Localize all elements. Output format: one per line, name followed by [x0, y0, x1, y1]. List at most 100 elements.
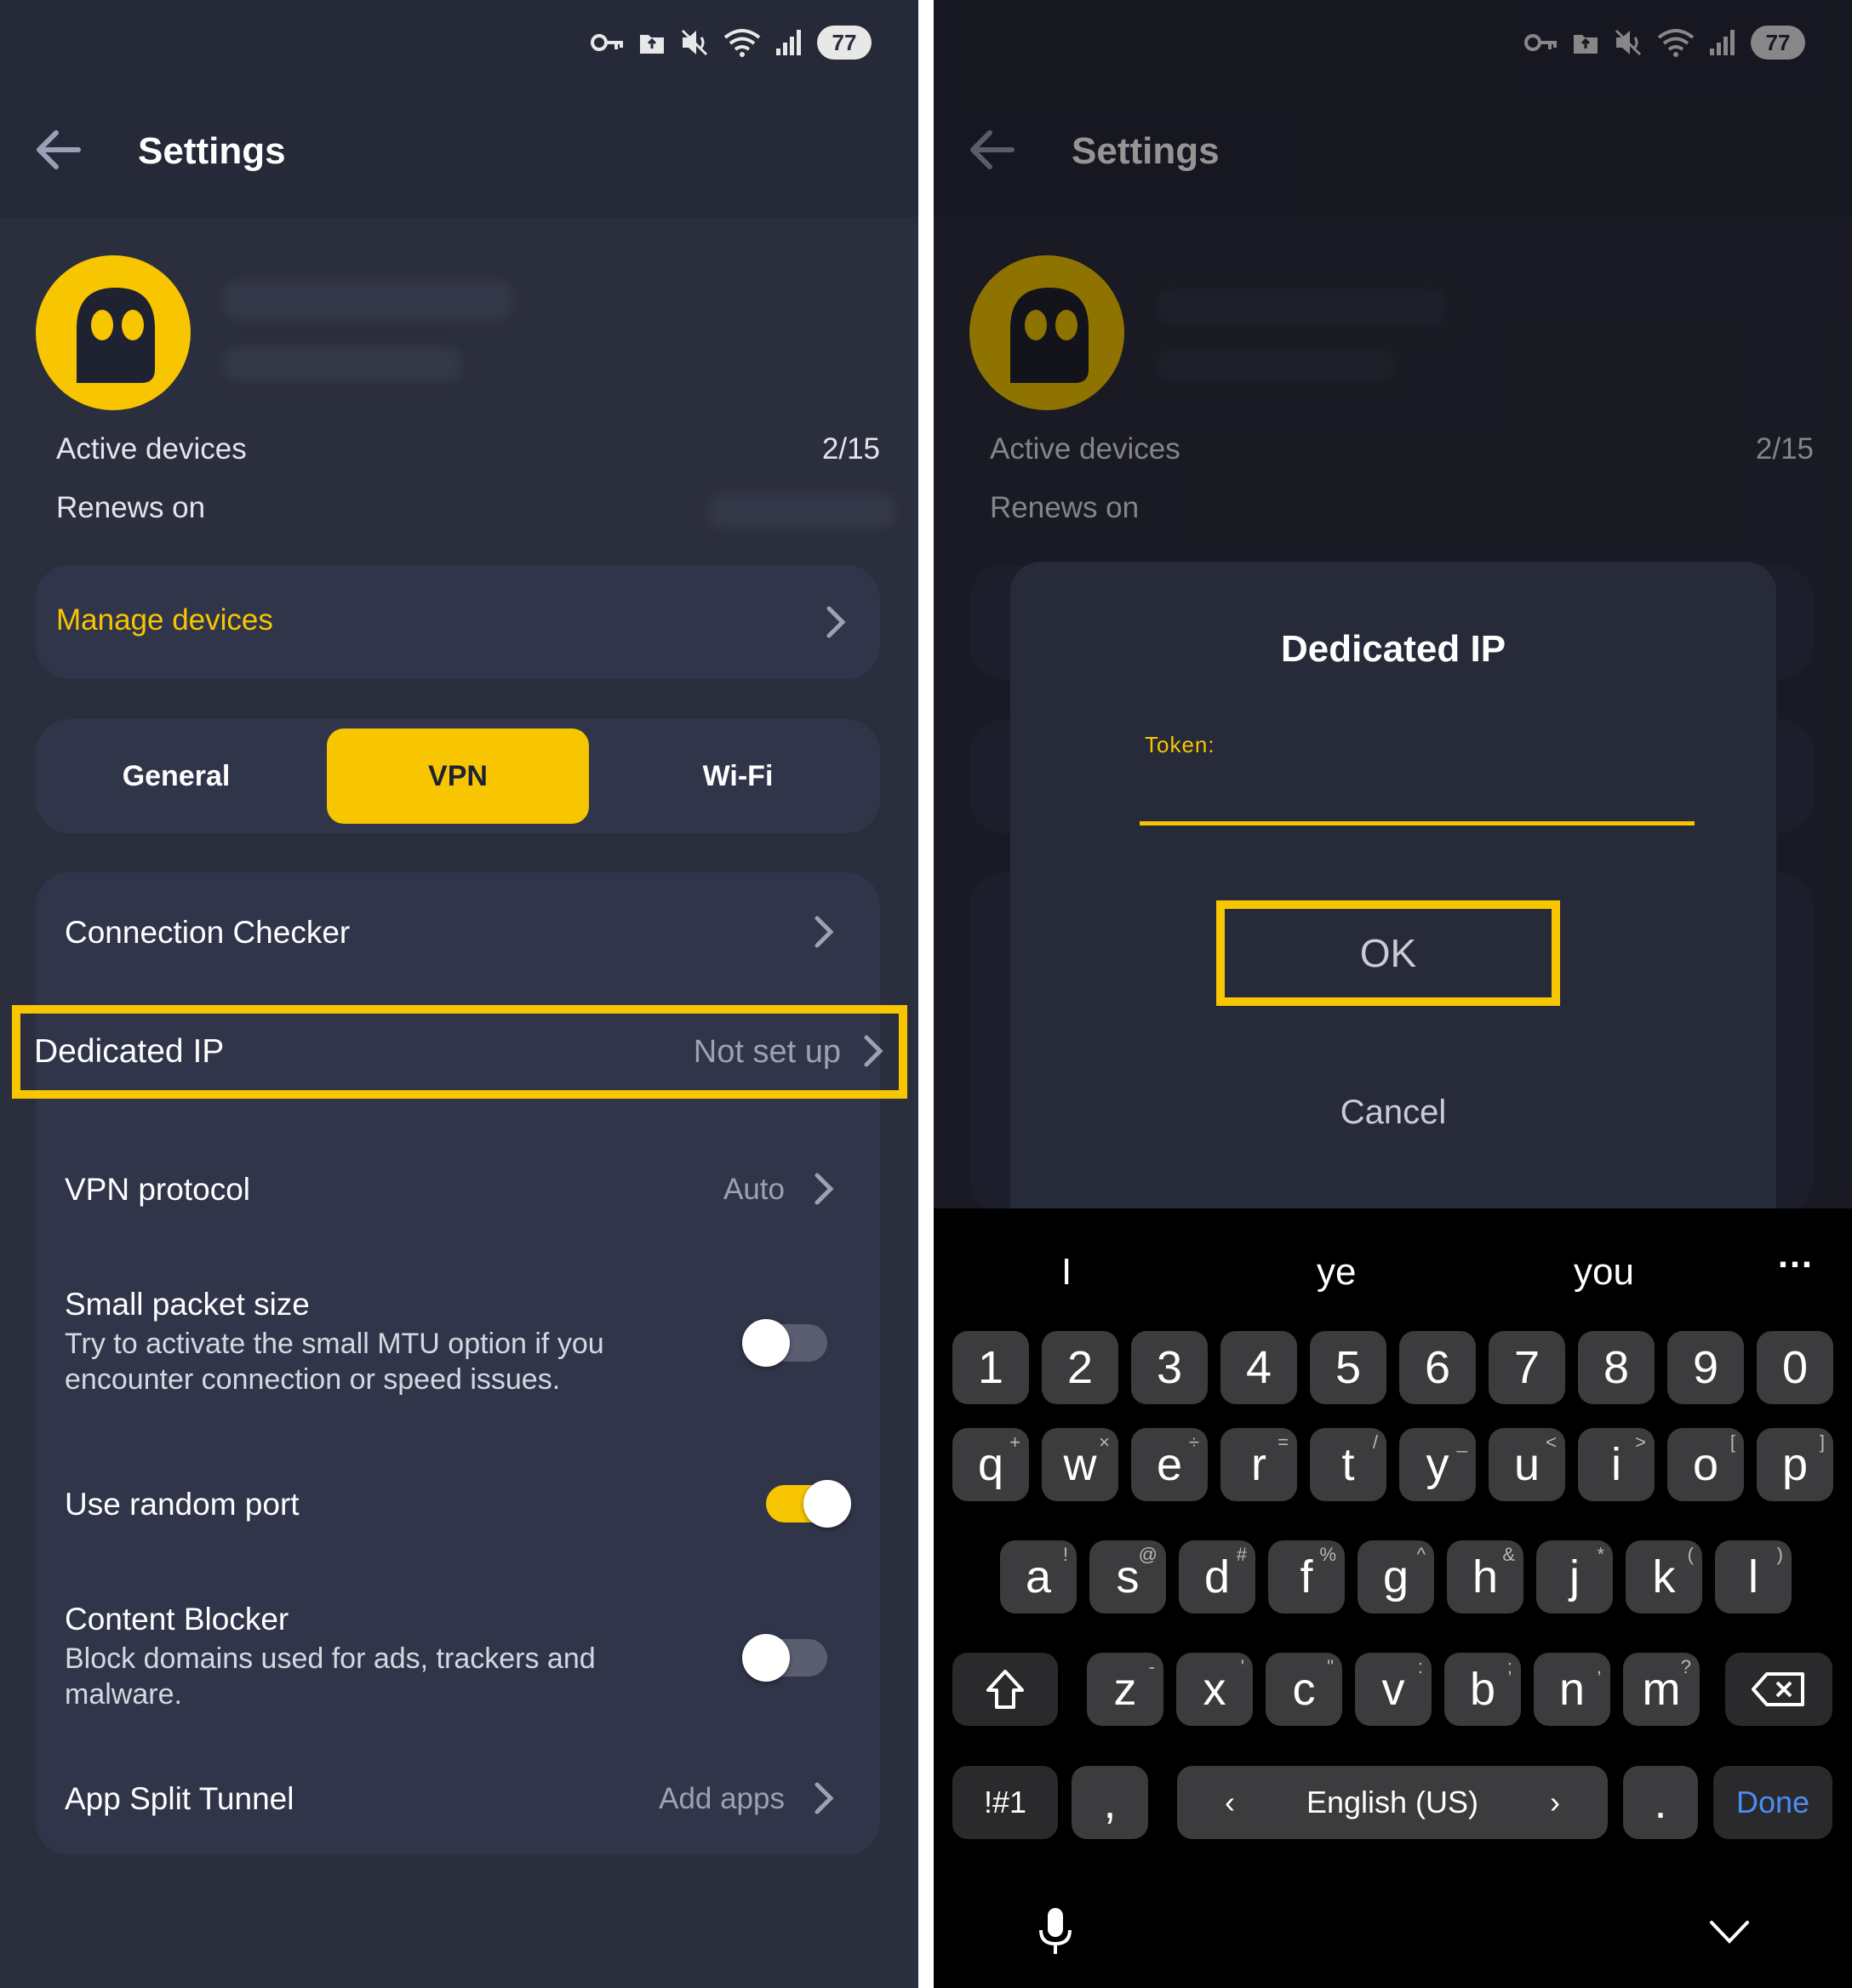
- vpn-protocol-label: VPN protocol: [65, 1172, 250, 1207]
- key-alt-label: *: [1597, 1544, 1604, 1565]
- number-key[interactable]: 6: [1399, 1331, 1476, 1404]
- key-label: z: [1113, 1664, 1137, 1715]
- key-alt-label: _: [1456, 1431, 1467, 1453]
- suggestion-3[interactable]: you: [1574, 1251, 1634, 1294]
- content-blocker-toggle[interactable]: [742, 1634, 827, 1682]
- letter-key[interactable]: o[: [1667, 1428, 1744, 1501]
- letter-key[interactable]: g ^: [1358, 1540, 1434, 1614]
- letter-key[interactable]: f%: [1268, 1540, 1345, 1614]
- key-label: 8: [1603, 1342, 1630, 1393]
- key-alt-label: @: [1138, 1544, 1158, 1565]
- chevron-right-icon: [815, 1173, 834, 1205]
- page-title: Settings: [138, 130, 286, 172]
- key-label: q: [977, 1439, 1004, 1490]
- key-label: 6: [1424, 1342, 1451, 1393]
- key-alt-label: <: [1546, 1431, 1557, 1453]
- symbols-key[interactable]: !#1: [952, 1766, 1058, 1839]
- letter-key[interactable]: l): [1715, 1540, 1792, 1614]
- token-input[interactable]: [1140, 766, 1695, 825]
- hide-keyboard-icon[interactable]: [1708, 1919, 1751, 1946]
- connection-checker-row[interactable]: Connection Checker: [36, 872, 880, 991]
- key-alt-label: !: [1062, 1544, 1068, 1565]
- small-packet-size-toggle[interactable]: [742, 1319, 827, 1367]
- letter-key[interactable]: w ×: [1042, 1428, 1118, 1501]
- key-label: 0: [1781, 1342, 1809, 1393]
- microphone-icon[interactable]: [1036, 1906, 1075, 1957]
- letter-key[interactable]: y _: [1399, 1428, 1476, 1501]
- key-label: g: [1382, 1551, 1409, 1602]
- dedicated-ip-dialog-screen: 77 Settings Active devices 2/15 Renews o…: [934, 0, 1852, 1988]
- cancel-button[interactable]: Cancel: [1010, 1094, 1776, 1132]
- letter-key[interactable]: a!: [1000, 1540, 1077, 1614]
- small-packet-size-desc-2: encounter connection or speed issues.: [65, 1363, 561, 1396]
- letter-key[interactable]: z-: [1087, 1653, 1163, 1726]
- letter-key[interactable]: i >: [1578, 1428, 1655, 1501]
- app-split-tunnel-label: App Split Tunnel: [65, 1781, 294, 1816]
- renews-on-label: Renews on: [56, 491, 206, 524]
- comma-key[interactable]: ,: [1072, 1766, 1148, 1839]
- chevron-right-icon: [815, 1782, 834, 1814]
- chevron-left-icon: ‹: [1225, 1785, 1235, 1819]
- manage-devices-button[interactable]: Manage devices: [36, 565, 880, 679]
- letter-key[interactable]: d #: [1179, 1540, 1255, 1614]
- connection-checker-label: Connection Checker: [65, 915, 351, 950]
- period-key[interactable]: .: [1623, 1766, 1698, 1839]
- key-label: t: [1341, 1439, 1355, 1490]
- number-key[interactable]: 8: [1578, 1331, 1655, 1404]
- ok-button[interactable]: OK: [1216, 900, 1560, 1006]
- letter-key[interactable]: h &: [1447, 1540, 1523, 1614]
- key-label: o: [1692, 1439, 1719, 1490]
- letter-key[interactable]: q +: [952, 1428, 1029, 1501]
- key-label: w: [1063, 1439, 1097, 1490]
- number-key[interactable]: 4: [1220, 1331, 1297, 1404]
- letter-key[interactable]: j *: [1536, 1540, 1613, 1614]
- number-key[interactable]: 7: [1489, 1331, 1565, 1404]
- random-port-toggle[interactable]: [766, 1480, 851, 1528]
- back-arrow-icon[interactable]: [34, 128, 82, 172]
- key-label: n: [1558, 1664, 1586, 1715]
- token-label: Token:: [1145, 732, 1215, 757]
- key-alt-label: ,: [1596, 1656, 1602, 1677]
- letter-key[interactable]: v:: [1355, 1653, 1432, 1726]
- tab-general[interactable]: General: [46, 728, 306, 824]
- app-split-tunnel-row[interactable]: App Split Tunnel Add apps: [36, 1740, 880, 1851]
- vpn-protocol-row[interactable]: VPN protocol Auto: [36, 1131, 880, 1250]
- letter-key[interactable]: t /: [1310, 1428, 1386, 1501]
- number-key[interactable]: 5: [1310, 1331, 1386, 1404]
- key-label: j: [1569, 1551, 1580, 1602]
- number-key[interactable]: 3: [1131, 1331, 1208, 1404]
- letter-key[interactable]: n,: [1534, 1653, 1610, 1726]
- key-label: u: [1513, 1439, 1540, 1490]
- letter-key[interactable]: x ': [1176, 1653, 1253, 1726]
- number-key[interactable]: 2: [1042, 1331, 1118, 1404]
- mute-icon: [681, 29, 708, 56]
- letter-key[interactable]: s @: [1089, 1540, 1166, 1614]
- letter-key[interactable]: m?: [1623, 1653, 1700, 1726]
- letter-key[interactable]: r =: [1220, 1428, 1297, 1501]
- letter-key[interactable]: c ": [1266, 1653, 1342, 1726]
- active-devices-label: Active devices: [56, 432, 247, 466]
- shift-key[interactable]: [952, 1653, 1058, 1726]
- key-label: a: [1025, 1551, 1052, 1602]
- letter-key[interactable]: b;: [1444, 1653, 1521, 1726]
- key-alt-label: &: [1502, 1544, 1515, 1565]
- backspace-key[interactable]: [1725, 1653, 1832, 1726]
- tab-vpn[interactable]: VPN: [327, 728, 589, 824]
- more-suggestions-icon[interactable]: …: [1776, 1234, 1814, 1277]
- key-label: s: [1116, 1551, 1140, 1602]
- key-alt-label: ?: [1680, 1656, 1691, 1677]
- letter-key[interactable]: k(: [1626, 1540, 1702, 1614]
- key-label: p: [1781, 1439, 1809, 1490]
- tab-wifi[interactable]: Wi-Fi: [608, 728, 868, 824]
- done-key[interactable]: Done: [1713, 1766, 1832, 1839]
- manage-devices-label: Manage devices: [56, 603, 273, 637]
- number-key[interactable]: 9: [1667, 1331, 1744, 1404]
- letter-key[interactable]: u <: [1489, 1428, 1565, 1501]
- number-key[interactable]: 0: [1757, 1331, 1833, 1404]
- suggestion-2[interactable]: ye: [1317, 1251, 1356, 1294]
- space-language-key[interactable]: ‹ English (US) ›: [1177, 1766, 1608, 1839]
- letter-key[interactable]: e ÷: [1131, 1428, 1208, 1501]
- number-key[interactable]: 1: [952, 1331, 1029, 1404]
- suggestion-1[interactable]: I: [1061, 1251, 1072, 1294]
- letter-key[interactable]: p]: [1757, 1428, 1833, 1501]
